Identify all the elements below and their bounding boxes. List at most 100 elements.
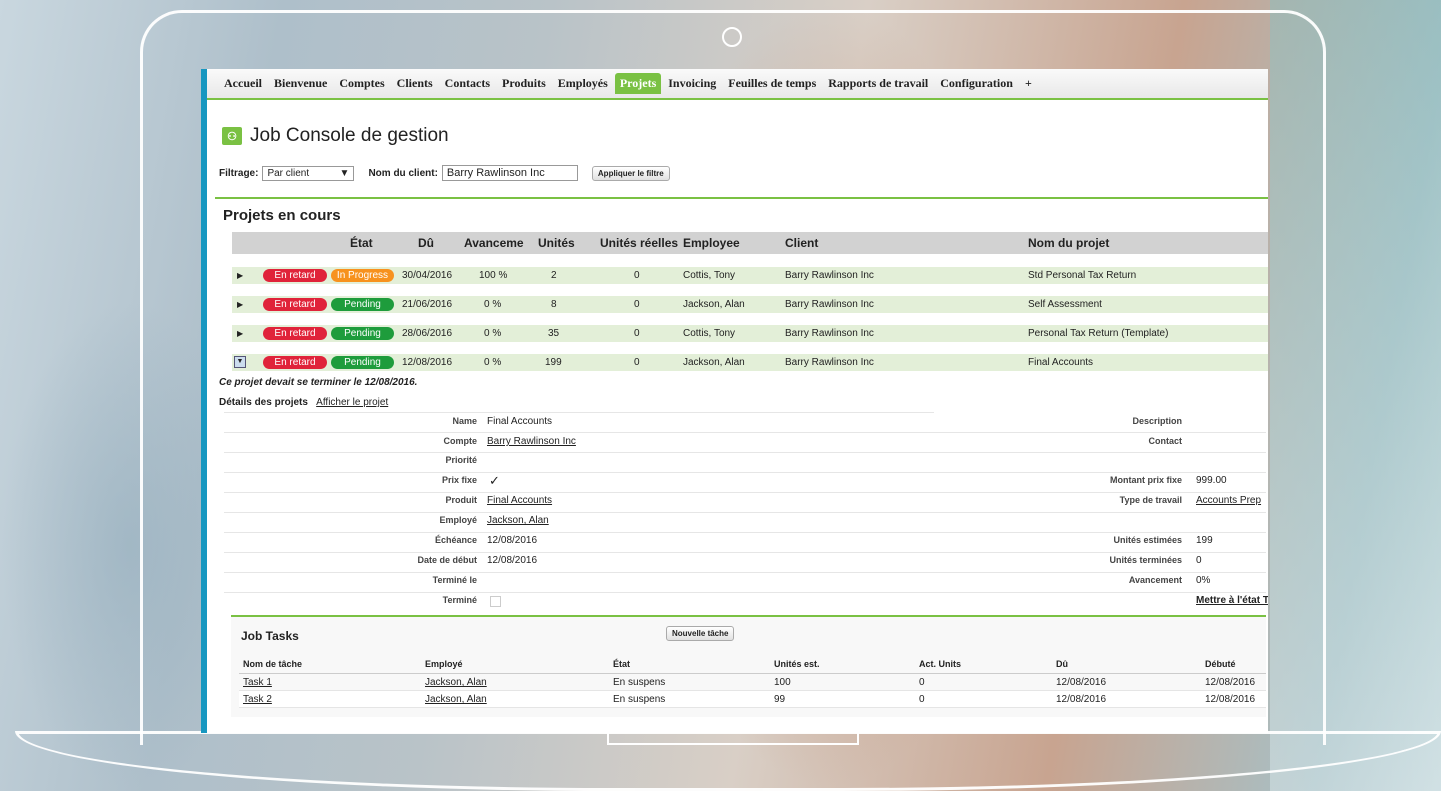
app-screen: Accueil Bienvenue Comptes Clients Contac… bbox=[201, 69, 1268, 733]
units: 2 bbox=[551, 270, 557, 281]
project-row[interactable]: ▶ En retard Pending 21/06/2016 0 % 8 0 J… bbox=[232, 296, 1268, 313]
new-task-button[interactable]: Nouvelle tâche bbox=[666, 626, 735, 641]
detail-label-termine: Terminé bbox=[442, 595, 477, 605]
task-started: 12/08/2016 bbox=[1205, 677, 1256, 688]
detail-value-compte[interactable]: Barry Rawlinson Inc bbox=[487, 436, 576, 447]
nav-tab-produits[interactable]: Produits bbox=[497, 73, 551, 94]
detail-label-termine-le: Terminé le bbox=[432, 575, 477, 585]
task-row[interactable]: Task 2 Jackson, Alan En suspens 99 0 12/… bbox=[239, 691, 1266, 708]
task-col-du[interactable]: Dû bbox=[1056, 659, 1068, 669]
col-client[interactable]: Client bbox=[785, 236, 818, 250]
detail-label-description: Description bbox=[1132, 416, 1182, 426]
client-name-input[interactable]: Barry Rawlinson Inc bbox=[441, 165, 578, 181]
client-name-label: Nom du client: bbox=[368, 167, 438, 179]
task-col-nom[interactable]: Nom de tâche bbox=[243, 659, 302, 669]
units: 199 bbox=[545, 357, 562, 368]
nav-tab-projets[interactable]: Projets bbox=[614, 73, 662, 94]
details-header: Détails des projets Afficher le projet bbox=[219, 397, 388, 408]
detail-label-name: Name bbox=[452, 416, 477, 426]
camera-icon bbox=[722, 27, 742, 47]
project-name: Self Assessment bbox=[1028, 299, 1102, 310]
detail-value-unites-estimees: 199 bbox=[1196, 535, 1213, 546]
page-title: Job Console de gestion bbox=[250, 125, 449, 146]
nav-tab-bienvenue[interactable]: Bienvenue bbox=[269, 73, 332, 94]
task-col-unites[interactable]: Unités est. bbox=[774, 659, 820, 669]
task-col-employe[interactable]: Employé bbox=[425, 659, 463, 669]
task-name-link[interactable]: Task 2 bbox=[243, 694, 272, 705]
nav-tab-add[interactable]: + bbox=[1020, 73, 1037, 94]
nav-tab-feuilles-de-temps[interactable]: Feuilles de temps bbox=[723, 73, 821, 94]
task-name-link[interactable]: Task 1 bbox=[243, 677, 272, 688]
page-header: ⚇ Job Console de gestion bbox=[222, 125, 449, 147]
task-col-etat[interactable]: État bbox=[613, 659, 630, 669]
col-employee[interactable]: Employee bbox=[683, 236, 740, 250]
view-project-link[interactable]: Afficher le projet bbox=[316, 397, 388, 408]
project-name: Personal Tax Return (Template) bbox=[1028, 328, 1169, 339]
col-avancement[interactable]: Avanceme bbox=[464, 236, 524, 250]
laptop-notch bbox=[607, 731, 859, 745]
detail-value-type-travail[interactable]: Accounts Prep bbox=[1196, 495, 1261, 506]
nav-tab-rapports[interactable]: Rapports de travail bbox=[823, 73, 933, 94]
nav-tab-comptes[interactable]: Comptes bbox=[334, 73, 389, 94]
expand-icon[interactable]: ▶ bbox=[237, 329, 243, 338]
detail-value-produit[interactable]: Final Accounts bbox=[487, 495, 552, 506]
detail-value-employe[interactable]: Jackson, Alan bbox=[487, 515, 549, 526]
tasks-table-header: Nom de tâche Employé État Unités est. Ac… bbox=[239, 659, 1266, 674]
task-row[interactable]: Task 1 Jackson, Alan En suspens 100 0 12… bbox=[239, 674, 1266, 691]
due-date: 30/04/2016 bbox=[402, 270, 453, 281]
employee: Cottis, Tony bbox=[683, 270, 736, 281]
nav-tab-configuration[interactable]: Configuration bbox=[935, 73, 1018, 94]
job-console-icon: ⚇ bbox=[222, 127, 242, 145]
status-badge: Pending bbox=[331, 327, 394, 340]
task-col-debute[interactable]: Débuté bbox=[1205, 659, 1236, 669]
project-row[interactable]: ▶ En retard Pending 28/06/2016 0 % 35 0 … bbox=[232, 325, 1268, 342]
employee: Jackson, Alan bbox=[683, 357, 745, 368]
overdue-warning: Ce projet devait se terminer le 12/08/20… bbox=[219, 377, 418, 388]
termine-checkbox[interactable] bbox=[490, 596, 501, 607]
col-unites-reelles[interactable]: Unités réelles bbox=[600, 236, 678, 250]
client: Barry Rawlinson Inc bbox=[785, 270, 874, 281]
apply-filter-button[interactable]: Appliquer le filtre bbox=[591, 165, 670, 181]
filter-label: Filtrage: bbox=[219, 167, 259, 179]
col-unites[interactable]: Unités bbox=[538, 236, 575, 250]
section-title: Projets en cours bbox=[223, 207, 341, 224]
project-row-expanded[interactable]: ▼ En retard Pending 12/08/2016 0 % 199 0… bbox=[232, 354, 1268, 371]
nav-tab-employes[interactable]: Employés bbox=[553, 73, 613, 94]
expand-icon[interactable]: ▶ bbox=[237, 271, 243, 280]
detail-label-echeance: Échéance bbox=[434, 535, 477, 545]
due-date: 21/06/2016 bbox=[402, 299, 453, 310]
client: Barry Rawlinson Inc bbox=[785, 357, 874, 368]
detail-label-avancement: Avancement bbox=[1128, 575, 1182, 585]
job-tasks-panel: Job Tasks Nouvelle tâche Nom de tâche Em… bbox=[231, 615, 1266, 717]
tasks-title: Job Tasks bbox=[241, 629, 299, 643]
detail-label-employe: Employé bbox=[439, 515, 477, 525]
task-employee-link[interactable]: Jackson, Alan bbox=[425, 677, 487, 688]
detail-value-echeance: 12/08/2016 bbox=[487, 535, 538, 546]
nav-bar: Accueil Bienvenue Comptes Clients Contac… bbox=[207, 69, 1268, 100]
detail-label-montant: Montant prix fixe bbox=[1109, 475, 1182, 485]
detail-value-name: Final Accounts bbox=[487, 416, 553, 427]
nav-tab-contacts[interactable]: Contacts bbox=[440, 73, 495, 94]
col-nom-projet[interactable]: Nom du projet bbox=[1028, 236, 1109, 250]
project-row[interactable]: ▶ En retard In Progress 30/04/2016 100 %… bbox=[232, 267, 1268, 284]
filter-select[interactable]: Par client ▼ bbox=[262, 165, 355, 181]
actual-units: 0 bbox=[634, 328, 640, 339]
task-employee-link[interactable]: Jackson, Alan bbox=[425, 694, 487, 705]
nav-tab-accueil[interactable]: Accueil bbox=[219, 73, 267, 94]
collapse-icon[interactable]: ▼ bbox=[234, 356, 246, 368]
col-du[interactable]: Dû bbox=[418, 236, 434, 250]
detail-label-compte: Compte bbox=[443, 436, 478, 446]
status-badge: Pending bbox=[331, 298, 394, 311]
task-col-act-units[interactable]: Act. Units bbox=[919, 659, 961, 669]
late-badge: En retard bbox=[263, 356, 327, 369]
late-badge: En retard bbox=[263, 298, 327, 311]
nav-tab-clients[interactable]: Clients bbox=[392, 73, 438, 94]
detail-value-unites-terminees: 0 bbox=[1196, 555, 1202, 566]
detail-value-date-debut: 12/08/2016 bbox=[487, 555, 538, 566]
projects-table-header: État Dû Avanceme Unités Unités réelles E… bbox=[232, 232, 1268, 254]
expand-icon[interactable]: ▶ bbox=[237, 300, 243, 309]
detail-value-avancement: 0% bbox=[1196, 575, 1211, 586]
col-etat[interactable]: État bbox=[350, 236, 373, 250]
nav-tab-invoicing[interactable]: Invoicing bbox=[663, 73, 721, 94]
set-status-link[interactable]: Mettre à l'état Te bbox=[1196, 595, 1268, 606]
